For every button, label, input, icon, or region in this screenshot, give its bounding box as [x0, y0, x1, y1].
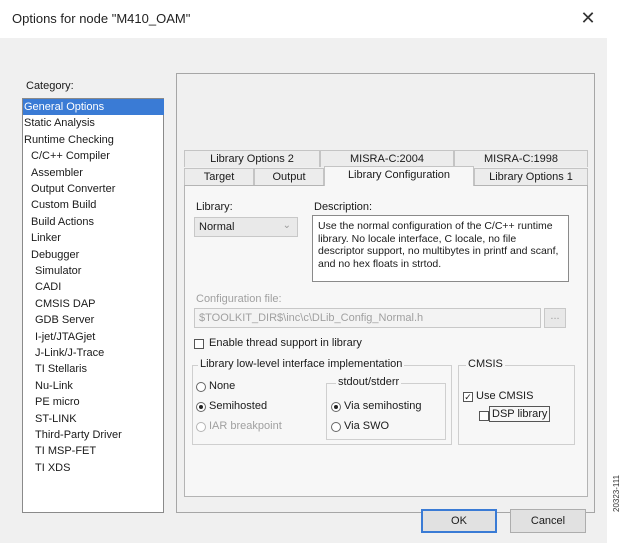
cancel-button[interactable]: Cancel	[510, 509, 586, 533]
tab-library-configuration[interactable]: Library Configuration	[324, 166, 474, 186]
category-item[interactable]: Debugger	[23, 247, 171, 263]
category-item[interactable]: TI MSP-FET	[23, 443, 175, 459]
library-select[interactable]: Normal ⌄	[194, 217, 298, 237]
stdout-title: stdout/stderr	[336, 376, 402, 388]
tab-library-options-2[interactable]: Library Options 2	[184, 150, 320, 167]
tab-library-options-1[interactable]: Library Options 1	[474, 168, 588, 185]
dsp-library-checkbox[interactable]	[479, 411, 489, 421]
radio-semihosted-label: Semihosted	[209, 400, 268, 412]
category-item[interactable]: Output Converter	[23, 181, 171, 197]
cmsis-group	[458, 365, 575, 445]
radio-iar-breakpoint	[196, 422, 206, 432]
radio-iar-breakpoint-label: IAR breakpoint	[209, 420, 282, 432]
dsp-library-label: DSP library	[489, 406, 551, 422]
thread-support-label: Enable thread support in library	[209, 337, 362, 349]
config-file-label: Configuration file:	[196, 293, 282, 305]
category-item[interactable]: CMSIS DAP	[23, 296, 175, 312]
title-bar: Options for node "M410_OAM" ✕	[0, 0, 607, 38]
browse-button[interactable]: ...	[544, 308, 566, 328]
category-item[interactable]: Build Actions	[23, 214, 171, 230]
radio-via-swo[interactable]	[331, 422, 341, 432]
category-item[interactable]: I-jet/JTAGjet	[23, 329, 175, 345]
ok-button[interactable]: OK	[421, 509, 497, 533]
chevron-down-icon: ⌄	[282, 220, 291, 231]
radio-via-semihosting-label: Via semihosting	[344, 400, 422, 412]
category-item[interactable]: J-Link/J-Trace	[23, 345, 175, 361]
category-item[interactable]: GDB Server	[23, 312, 175, 328]
category-list[interactable]: General Options Static Analysis Runtime Ch…	[22, 98, 164, 513]
category-item[interactable]: C/C++ Compiler	[23, 148, 171, 164]
cmsis-title: CMSIS	[466, 358, 505, 370]
tab-output[interactable]: Output	[254, 168, 324, 185]
window-title: Options for node "M410_OAM"	[12, 11, 191, 26]
tab-misra-c-1998[interactable]: MISRA-C:1998	[454, 150, 588, 167]
use-cmsis-label: Use CMSIS	[476, 390, 534, 402]
radio-via-semihosting[interactable]	[331, 402, 341, 412]
description-box: Use the normal configuration of the C/C+…	[312, 215, 569, 282]
use-cmsis-checkbox[interactable]: ✓	[463, 392, 473, 402]
radio-none[interactable]	[196, 382, 206, 392]
library-value: Normal	[199, 221, 235, 233]
category-item[interactable]: Custom Build	[23, 197, 171, 213]
category-item[interactable]: Simulator	[23, 263, 175, 279]
category-item[interactable]: CADI	[23, 279, 175, 295]
config-file-value: $TOOLKIT_DIR$\inc\c\DLib_Config_Normal.h	[199, 312, 424, 324]
category-item[interactable]: Static Analysis	[23, 115, 164, 131]
radio-semihosted[interactable]	[196, 402, 206, 412]
tab-misra-c-2004[interactable]: MISRA-C:2004	[320, 150, 454, 167]
category-item[interactable]: TI XDS	[23, 460, 175, 476]
category-item[interactable]: PE micro	[23, 394, 175, 410]
category-item[interactable]: Third-Party Driver	[23, 427, 175, 443]
category-item[interactable]: Runtime Checking	[23, 132, 164, 148]
category-label: Category:	[26, 80, 74, 92]
close-icon[interactable]: ✕	[578, 8, 598, 28]
radio-via-swo-label: Via SWO	[344, 420, 390, 432]
category-item[interactable]: Assembler	[23, 165, 171, 181]
figure-id: 20323-111	[612, 474, 621, 512]
radio-none-label: None	[209, 380, 236, 392]
description-label: Description:	[314, 201, 373, 213]
category-item[interactable]: General Options	[23, 99, 164, 115]
category-item[interactable]: TI Stellaris	[23, 361, 175, 377]
config-file-field[interactable]: $TOOLKIT_DIR$\inc\c\DLib_Config_Normal.h	[194, 308, 541, 328]
lowlevel-title: Library low-level interface implementati…	[198, 358, 405, 370]
category-item[interactable]: Nu-Link	[23, 378, 175, 394]
thread-support-checkbox[interactable]	[194, 339, 204, 349]
category-item[interactable]: ST-LINK	[23, 411, 175, 427]
category-item[interactable]: Linker	[23, 230, 171, 246]
library-label: Library:	[196, 201, 233, 213]
tab-target[interactable]: Target	[184, 168, 254, 185]
